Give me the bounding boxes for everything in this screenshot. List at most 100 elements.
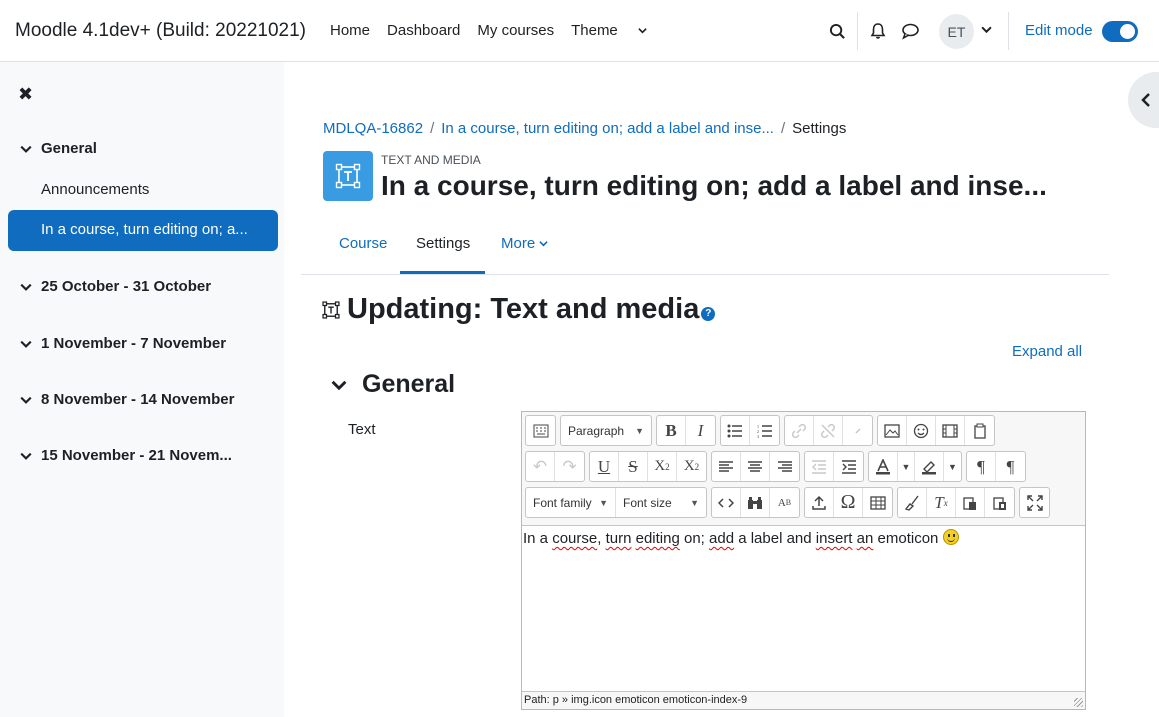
paste-text-icon[interactable] — [956, 488, 985, 517]
chevron-down-icon — [20, 143, 34, 155]
align-left-icon[interactable] — [712, 452, 741, 481]
bold-icon[interactable]: B — [657, 416, 686, 445]
navbar-divider — [1008, 12, 1009, 50]
nav-home[interactable]: Home — [330, 22, 370, 39]
section-week-1[interactable]: 25 October - 31 October — [20, 278, 211, 295]
italic-icon[interactable]: I — [686, 416, 715, 445]
chevron-down-icon — [539, 241, 548, 247]
section-general[interactable]: General — [20, 140, 97, 157]
manage-files-icon[interactable] — [965, 416, 994, 445]
secondary-navigation: Course Settings More — [301, 223, 1109, 275]
nav-dashboard[interactable]: Dashboard — [387, 22, 460, 39]
outdent-icon[interactable] — [805, 452, 834, 481]
chevron-down-icon — [20, 281, 34, 293]
text-field-label: Text — [348, 421, 376, 438]
chevron-down-icon — [331, 380, 347, 390]
block-drawer-toggle[interactable] — [1128, 72, 1159, 128]
toolbar-row-2: ↶ ↷ U S X2 X2 ▼ ▼ ¶ ¶ — [525, 451, 1030, 484]
drawer-item-active-label[interactable]: In a course, turn editing on; a... — [8, 210, 278, 251]
toolbar-row-1: Paragraph ▼ BI 123 — [525, 415, 999, 448]
superscript-icon[interactable]: X2 — [677, 452, 706, 481]
rich-text-editor: Paragraph ▼ BI 123 ↶ ↷ U S X2 X2 ▼ ▼ ¶ ¶… — [521, 411, 1086, 710]
font-size-select[interactable]: Font size ▼ — [616, 488, 706, 517]
resize-handle-icon[interactable] — [1074, 698, 1083, 707]
expand-all-link[interactable]: Expand all — [1012, 343, 1082, 360]
nav-theme-label: Theme — [571, 22, 618, 39]
module-type-label: TEXT AND MEDIA — [381, 153, 481, 167]
align-center-icon[interactable] — [741, 452, 770, 481]
emoticon-icon[interactable] — [907, 416, 936, 445]
smiley-emoticon-icon[interactable] — [942, 529, 959, 545]
dropdown-arrow-icon: ▼ — [690, 497, 699, 508]
bell-icon[interactable] — [867, 20, 889, 42]
align-right-icon[interactable] — [770, 452, 799, 481]
updating-heading: Updating: Text and media ? — [322, 293, 716, 326]
fullscreen-icon[interactable] — [1020, 488, 1049, 517]
background-color-icon[interactable] — [915, 452, 944, 481]
editor-path-bar: Path: p » img.icon emoticon emoticon-ind… — [522, 691, 1085, 709]
breadcrumb-activity[interactable]: In a course, turn editing on; add a labe… — [441, 120, 774, 137]
anchor-icon[interactable] — [843, 416, 872, 445]
toolbar-toggle-icon[interactable] — [526, 416, 555, 445]
ordered-list-icon[interactable]: 123 — [750, 416, 779, 445]
editor-content-area[interactable]: In a course, turn editing on; add a labe… — [522, 525, 1085, 691]
indent-icon[interactable] — [834, 452, 863, 481]
chevron-down-icon — [20, 394, 34, 406]
chevron-down-icon[interactable]: ▼ — [898, 452, 915, 481]
tab-more-label: More — [501, 235, 536, 252]
ltr-icon[interactable]: ¶ — [967, 452, 996, 481]
unordered-list-icon[interactable] — [721, 416, 750, 445]
primary-navigation: Home Dashboard My courses Theme — [330, 22, 664, 39]
underline-icon[interactable]: U — [590, 452, 619, 481]
search-icon[interactable] — [826, 20, 848, 42]
clear-formatting-brush-icon[interactable] — [898, 488, 927, 517]
media-icon[interactable] — [936, 416, 965, 445]
close-icon[interactable]: ✖ — [18, 84, 33, 105]
find-binoculars-icon[interactable] — [741, 488, 770, 517]
nav-my-courses[interactable]: My courses — [477, 22, 554, 39]
section-week-3[interactable]: 8 November - 14 November — [20, 391, 234, 408]
upload-icon[interactable] — [805, 488, 834, 517]
course-index-drawer: ✖ General Announcements In a course, tur… — [0, 62, 284, 717]
site-brand[interactable]: Moodle 4.1dev+ (Build: 20221021) — [15, 20, 306, 42]
tab-course[interactable]: Course — [339, 235, 387, 252]
general-section-header[interactable]: General — [331, 370, 455, 399]
chevron-down-icon[interactable] — [981, 24, 992, 35]
chevron-down-icon — [20, 338, 34, 350]
paste-word-icon[interactable] — [985, 488, 1014, 517]
link-icon[interactable] — [785, 416, 814, 445]
edit-mode-label[interactable]: Edit mode — [1025, 22, 1093, 39]
text-color-icon[interactable] — [869, 452, 898, 481]
chevron-left-icon — [1141, 93, 1150, 107]
spellcheck-icon[interactable]: AB — [770, 488, 799, 517]
section-week-2[interactable]: 1 November - 7 November — [20, 335, 226, 352]
redo-icon[interactable]: ↷ — [555, 452, 584, 481]
breadcrumb: MDLQA-16862/In a course, turn editing on… — [323, 120, 847, 137]
font-family-select[interactable]: Font family ▼ — [526, 488, 616, 517]
user-avatar[interactable]: ET — [939, 14, 974, 49]
unlink-icon[interactable] — [814, 416, 843, 445]
section-label: 8 November - 14 November — [41, 391, 235, 408]
chevron-down-icon[interactable]: ▼ — [944, 452, 961, 481]
strikethrough-icon[interactable]: S — [619, 452, 648, 481]
tab-more[interactable]: More — [501, 235, 548, 252]
code-icon[interactable] — [712, 488, 741, 517]
section-week-4[interactable]: 15 November - 21 Novem... — [20, 447, 232, 464]
undo-icon[interactable]: ↶ — [526, 452, 555, 481]
subscript-icon[interactable]: X2 — [648, 452, 677, 481]
image-icon[interactable] — [878, 416, 907, 445]
help-icon[interactable]: ? — [701, 306, 716, 321]
toggle-knob — [1120, 24, 1135, 39]
remove-format-icon[interactable]: Tx — [927, 488, 956, 517]
dropdown-arrow-icon: ▼ — [599, 497, 608, 508]
paragraph-select[interactable]: Paragraph ▼ — [561, 416, 651, 445]
drawer-item-announcements[interactable]: Announcements — [41, 181, 149, 198]
chat-bubble-icon[interactable] — [899, 20, 921, 42]
tab-settings[interactable]: Settings — [416, 235, 470, 252]
table-icon[interactable] — [863, 488, 892, 517]
nav-theme-dropdown[interactable]: Theme — [571, 22, 647, 39]
special-character-icon[interactable]: Ω — [834, 488, 863, 517]
edit-mode-toggle[interactable] — [1102, 21, 1138, 42]
breadcrumb-course[interactable]: MDLQA-16862 — [323, 120, 423, 137]
rtl-icon[interactable]: ¶ — [996, 452, 1025, 481]
